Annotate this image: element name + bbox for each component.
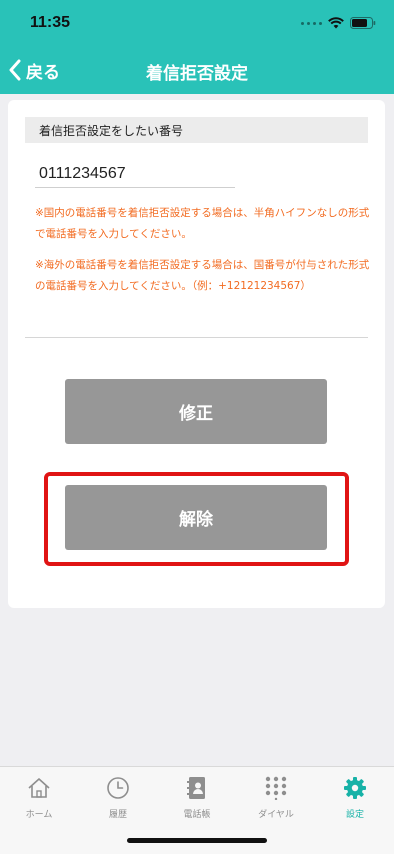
tab-label: ホーム [25, 810, 53, 820]
tab-dial[interactable]: ダイヤル [237, 775, 315, 825]
gear-icon [342, 775, 368, 801]
wifi-icon [328, 17, 344, 29]
tab-label: 電話帳 [183, 810, 211, 820]
note-domestic: ※国内の電話番号を着信拒否設定する場合は、半角ハイフンなしの形式で電話番号を入力… [35, 207, 370, 240]
tab-label: ダイヤル [258, 810, 294, 820]
tab-label: 履歴 [108, 810, 127, 820]
dialpad-icon [263, 775, 289, 801]
divider [25, 337, 368, 338]
contacts-icon [184, 775, 210, 801]
home-indicator [127, 838, 267, 843]
release-button[interactable]: 解除 [65, 485, 327, 550]
settings-card: 着信拒否設定をしたい番号 ※国内の電話番号を着信拒否設定する場合は、半角ハイフン… [8, 100, 385, 608]
tab-settings[interactable]: 設定 [316, 775, 394, 825]
tab-label: 設定 [345, 810, 364, 820]
home-icon [26, 775, 52, 801]
tab-contacts[interactable]: 電話帳 [158, 775, 236, 825]
section-header: 着信拒否設定をしたい番号 [25, 117, 368, 143]
edit-button[interactable]: 修正 [65, 379, 327, 444]
status-time: 11:35 [30, 14, 71, 31]
status-icons [301, 16, 376, 30]
signal-icon [301, 21, 322, 25]
page-title: 着信拒否設定 [146, 64, 248, 84]
phone-number-input[interactable] [35, 160, 235, 188]
note-international: ※海外の電話番号を着信拒否設定する場合は、国番号が付与された形式の電話番号を入力… [35, 259, 370, 292]
clock-icon [105, 775, 131, 801]
status-bar: 11:35 [0, 0, 394, 46]
tab-history[interactable]: 履歴 [79, 775, 157, 825]
nav-bar: 戻る 着信拒否設定 [0, 46, 394, 94]
battery-icon [350, 17, 376, 29]
tab-home[interactable]: ホーム [0, 775, 78, 825]
